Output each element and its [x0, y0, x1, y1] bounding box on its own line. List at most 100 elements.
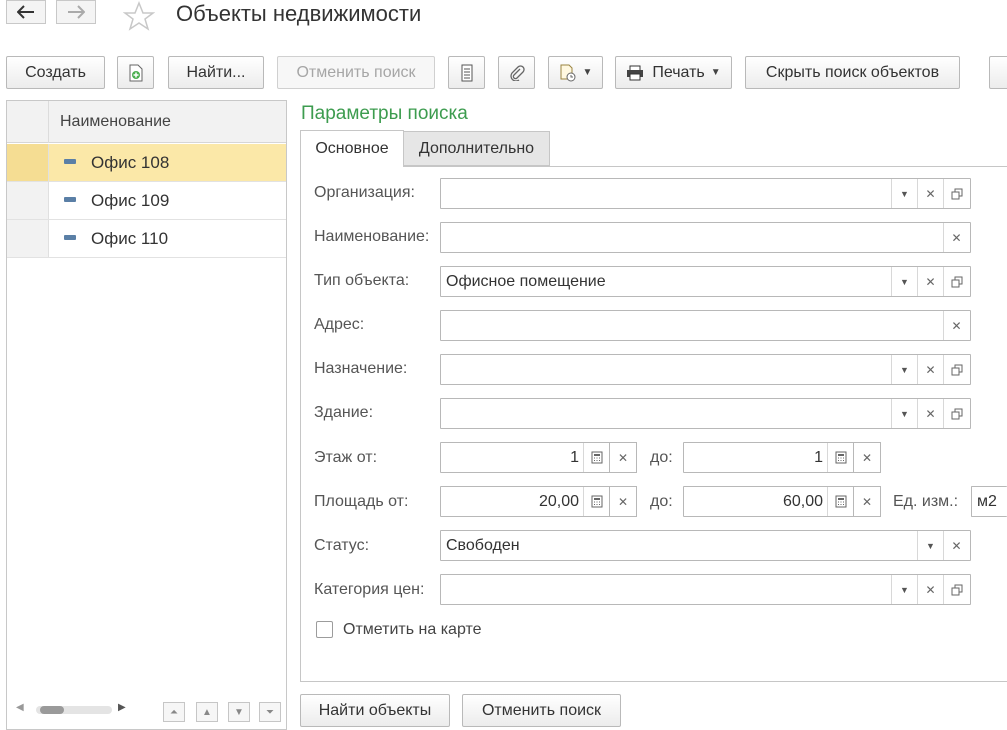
- clear-button[interactable]: ✕: [917, 179, 943, 208]
- dropdown-button[interactable]: ▼: [891, 355, 917, 384]
- area-to-field[interactable]: 60,00: [683, 486, 854, 517]
- tab-main[interactable]: Основное: [300, 130, 404, 167]
- go-last-button[interactable]: ⏷: [259, 702, 281, 722]
- clear-button[interactable]: ✕: [917, 267, 943, 296]
- area-to-clear-button[interactable]: ✕: [853, 486, 881, 517]
- tab-extra[interactable]: Дополнительно: [403, 131, 550, 166]
- clear-button[interactable]: ✕: [917, 355, 943, 384]
- add-document-icon: [129, 64, 142, 81]
- close-icon: ✕: [951, 230, 962, 245]
- go-first-button[interactable]: ⏶: [163, 702, 185, 722]
- floor-from-clear-button[interactable]: ✕: [609, 442, 637, 473]
- list-item-name: Офис 109: [91, 191, 170, 210]
- documents-dropdown-button[interactable]: ▼: [548, 56, 603, 89]
- unit-field[interactable]: м2: [971, 486, 1007, 517]
- close-icon: ✕: [925, 186, 936, 201]
- go-up-button[interactable]: ▲: [196, 702, 218, 722]
- floor-from-label: Этаж от:: [314, 449, 378, 466]
- objects-list[interactable]: Наименование Офис 108 Офис 109 Офис 110: [6, 100, 287, 730]
- open-form-icon: [951, 408, 962, 419]
- name-field[interactable]: ✕: [440, 222, 971, 253]
- forward-button[interactable]: [56, 0, 96, 24]
- clear-button[interactable]: ✕: [943, 311, 969, 340]
- dropdown-button[interactable]: ▼: [891, 267, 917, 296]
- clear-button[interactable]: ✕: [917, 575, 943, 604]
- chevron-down-icon: ▼: [926, 540, 935, 551]
- chevron-down-icon: ▼: [900, 364, 909, 375]
- create-button[interactable]: Создать: [6, 56, 105, 89]
- dropdown-button[interactable]: ▼: [891, 575, 917, 604]
- clear-button[interactable]: ✕: [943, 531, 969, 560]
- calculator-button[interactable]: [583, 487, 609, 516]
- object-type-field[interactable]: Офисное помещение ▼ ✕: [440, 266, 971, 297]
- open-button[interactable]: [943, 179, 969, 208]
- dropdown-button[interactable]: ▼: [917, 531, 943, 560]
- list-item[interactable]: Офис 108: [7, 144, 286, 182]
- purpose-field[interactable]: ▼ ✕: [440, 354, 971, 385]
- scroll-thumb[interactable]: [40, 706, 64, 714]
- close-icon: ✕: [617, 450, 629, 465]
- scroll-left-icon[interactable]: ◀: [16, 702, 24, 713]
- arrow-left-icon: [17, 5, 34, 19]
- go-up-icon: ▲: [202, 706, 212, 718]
- address-field[interactable]: ✕: [440, 310, 971, 341]
- close-icon: ✕: [861, 450, 873, 465]
- go-down-icon: ▼: [234, 706, 244, 718]
- find-objects-button[interactable]: Найти объекты: [300, 694, 450, 727]
- address-label: Адрес:: [314, 316, 365, 333]
- clear-button[interactable]: ✕: [917, 399, 943, 428]
- list-item-name: Офис 110: [91, 229, 169, 248]
- open-button[interactable]: [943, 399, 969, 428]
- go-down-button[interactable]: ▼: [228, 702, 250, 722]
- area-from-label: Площадь от:: [314, 493, 409, 510]
- list-icon: [461, 64, 472, 81]
- area-from-clear-button[interactable]: ✕: [609, 486, 637, 517]
- area-from-field[interactable]: 20,00: [440, 486, 610, 517]
- attachments-button[interactable]: [498, 56, 535, 89]
- calculator-button[interactable]: [827, 487, 853, 516]
- close-icon: ✕: [617, 494, 629, 509]
- hide-search-button[interactable]: Скрыть поиск объектов: [745, 56, 960, 89]
- list-item[interactable]: Офис 109: [7, 182, 286, 220]
- find-button[interactable]: Найти...: [168, 56, 264, 89]
- open-button[interactable]: [943, 575, 969, 604]
- dropdown-button[interactable]: ▼: [891, 399, 917, 428]
- floor-to-field[interactable]: 1: [683, 442, 854, 473]
- organization-field[interactable]: ▼ ✕: [440, 178, 971, 209]
- object-type-label: Тип объекта:: [314, 272, 410, 289]
- clear-button[interactable]: ✕: [943, 223, 969, 252]
- price-category-field[interactable]: ▼ ✕: [440, 574, 971, 605]
- cancel-search-bottom-button[interactable]: Отменить поиск: [462, 694, 621, 727]
- dropdown-button[interactable]: ▼: [891, 179, 917, 208]
- show-on-map-checkbox[interactable]: [316, 621, 333, 638]
- status-field[interactable]: Свободен ▼ ✕: [440, 530, 971, 561]
- scroll-right-icon[interactable]: ▶: [118, 702, 126, 713]
- open-button[interactable]: [943, 267, 969, 296]
- scroll-track[interactable]: [36, 706, 112, 714]
- print-button[interactable]: Печать ▼: [615, 56, 732, 89]
- more-button[interactable]: [989, 56, 1007, 89]
- floor-to-clear-button[interactable]: ✕: [853, 442, 881, 473]
- floor-from-field[interactable]: 1: [440, 442, 610, 473]
- page-title: Объекты недвижимости: [176, 1, 422, 26]
- document-clock-icon: [560, 64, 576, 81]
- show-on-map-label[interactable]: Отметить на карте: [343, 621, 482, 639]
- building-field[interactable]: ▼ ✕: [440, 398, 971, 429]
- list-item[interactable]: Офис 110: [7, 220, 286, 258]
- close-icon: ✕: [861, 494, 873, 509]
- back-button[interactable]: [6, 0, 46, 24]
- chevron-down-icon: ▼: [710, 67, 721, 78]
- cancel-search-button[interactable]: Отменить поиск: [277, 56, 435, 89]
- calculator-button[interactable]: [583, 443, 609, 472]
- unit-label: Ед. изм.:: [893, 493, 959, 510]
- open-form-icon: [951, 188, 962, 199]
- list-scrollbar[interactable]: ◀ ▶ ⏶ ▲ ▼ ⏷: [6, 700, 287, 722]
- copy-button[interactable]: [117, 56, 154, 89]
- list-settings-button[interactable]: [448, 56, 485, 89]
- calculator-button[interactable]: [827, 443, 853, 472]
- open-button[interactable]: [943, 355, 969, 384]
- open-form-icon: [951, 364, 962, 375]
- column-header-name[interactable]: Наименование: [60, 113, 171, 131]
- search-panel-title: Параметры поиска: [301, 103, 468, 124]
- favorite-button[interactable]: [122, 0, 156, 36]
